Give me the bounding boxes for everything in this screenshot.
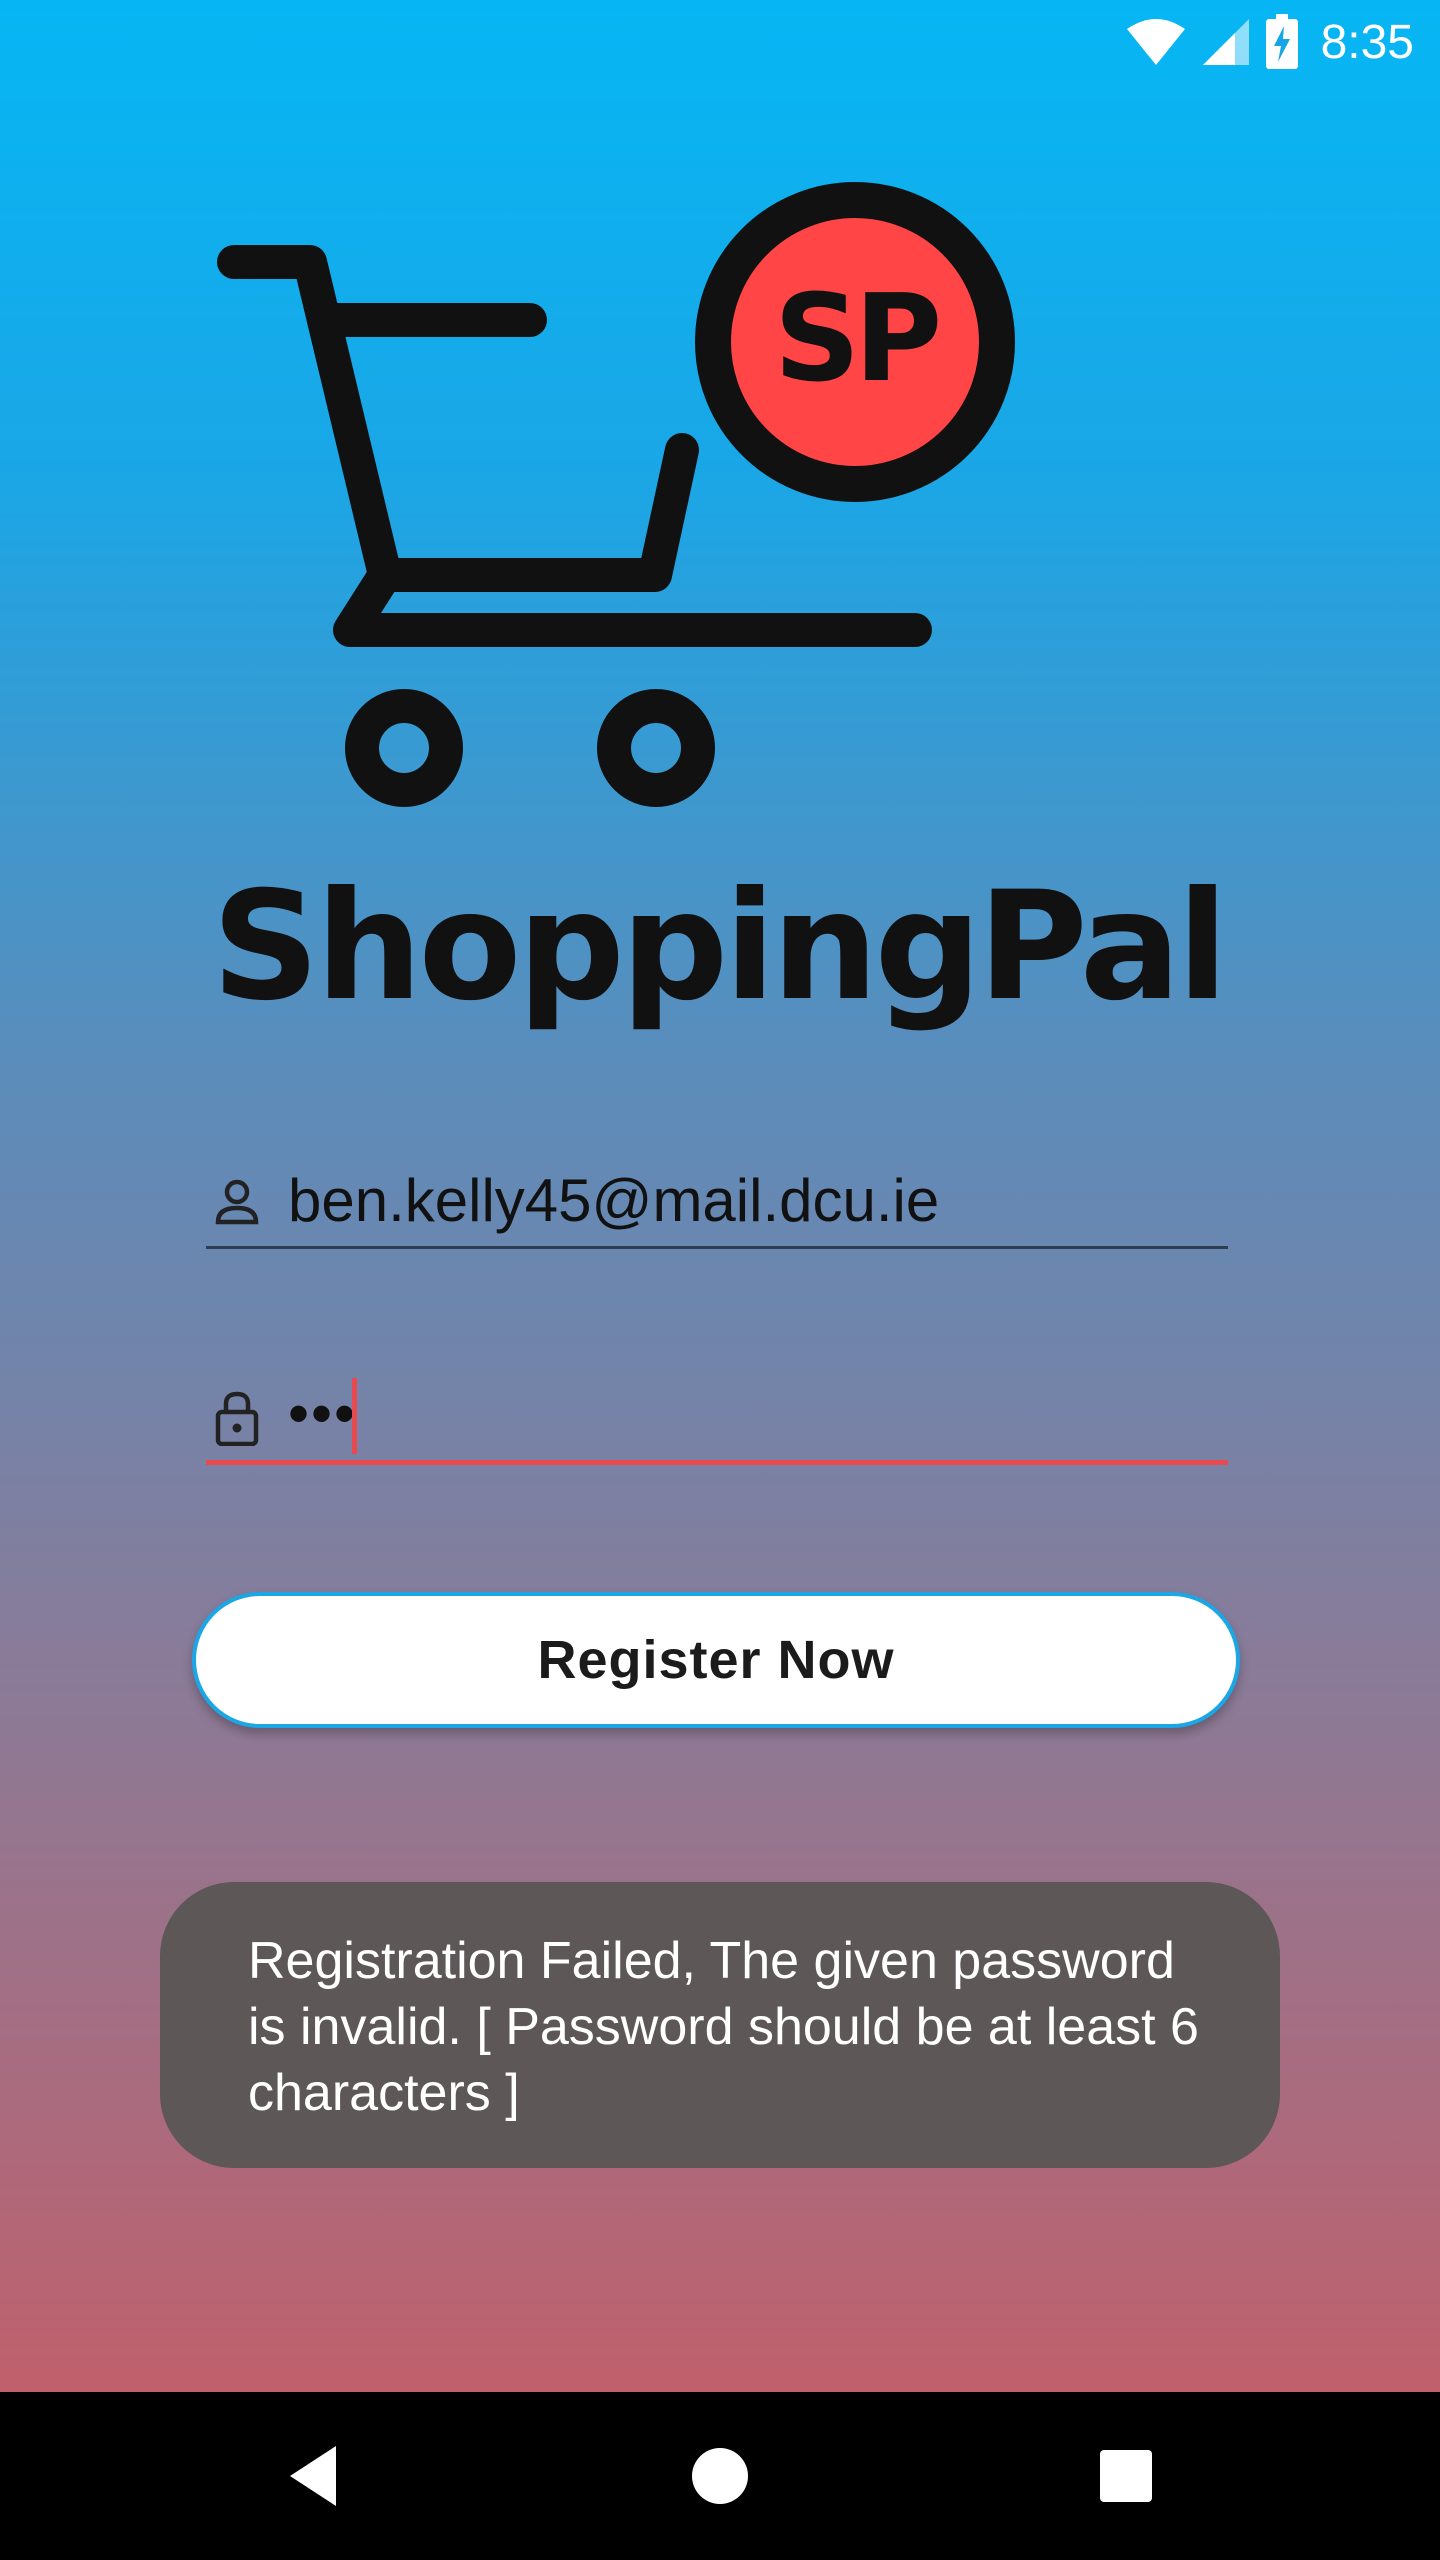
navigation-bar bbox=[0, 2392, 1440, 2560]
shoppingpal-logo: SP ShoppingPal bbox=[212, 182, 1228, 1034]
email-field[interactable]: ben.kelly45@mail.dcu.ie bbox=[206, 1156, 1228, 1249]
password-field[interactable]: ••• bbox=[206, 1370, 1228, 1465]
cart-wheel-right bbox=[597, 689, 715, 807]
lock-icon bbox=[215, 1391, 259, 1446]
cart-wheel-left bbox=[345, 689, 463, 807]
email-value: ben.kelly45@mail.dcu.ie bbox=[288, 1167, 940, 1234]
password-masked-value: ••• bbox=[288, 1380, 358, 1447]
recents-icon[interactable] bbox=[1086, 2436, 1166, 2516]
error-toast: Registration Failed, The given password … bbox=[160, 1882, 1280, 2168]
signal-icon bbox=[1202, 19, 1249, 65]
battery-charging-icon bbox=[1265, 14, 1298, 69]
person-icon bbox=[215, 1179, 259, 1225]
status-time: 8:35 bbox=[1320, 15, 1414, 69]
status-icons: 8:35 bbox=[1125, 12, 1414, 72]
home-icon[interactable] bbox=[680, 2436, 760, 2516]
toast-message: Registration Failed, The given password … bbox=[248, 1932, 1199, 2122]
status-bar: 8:35 bbox=[0, 0, 1440, 84]
app-screen: 8:35 SP ShoppingPal ben.kelly45@mail.dcu… bbox=[0, 0, 1440, 2392]
register-now-button[interactable]: Register Now bbox=[192, 1592, 1240, 1728]
sp-badge-text: SP bbox=[774, 270, 938, 409]
app-name: ShoppingPal bbox=[212, 860, 1225, 1034]
back-icon[interactable] bbox=[276, 2436, 356, 2516]
text-cursor bbox=[352, 1378, 357, 1454]
wifi-icon bbox=[1126, 19, 1185, 65]
